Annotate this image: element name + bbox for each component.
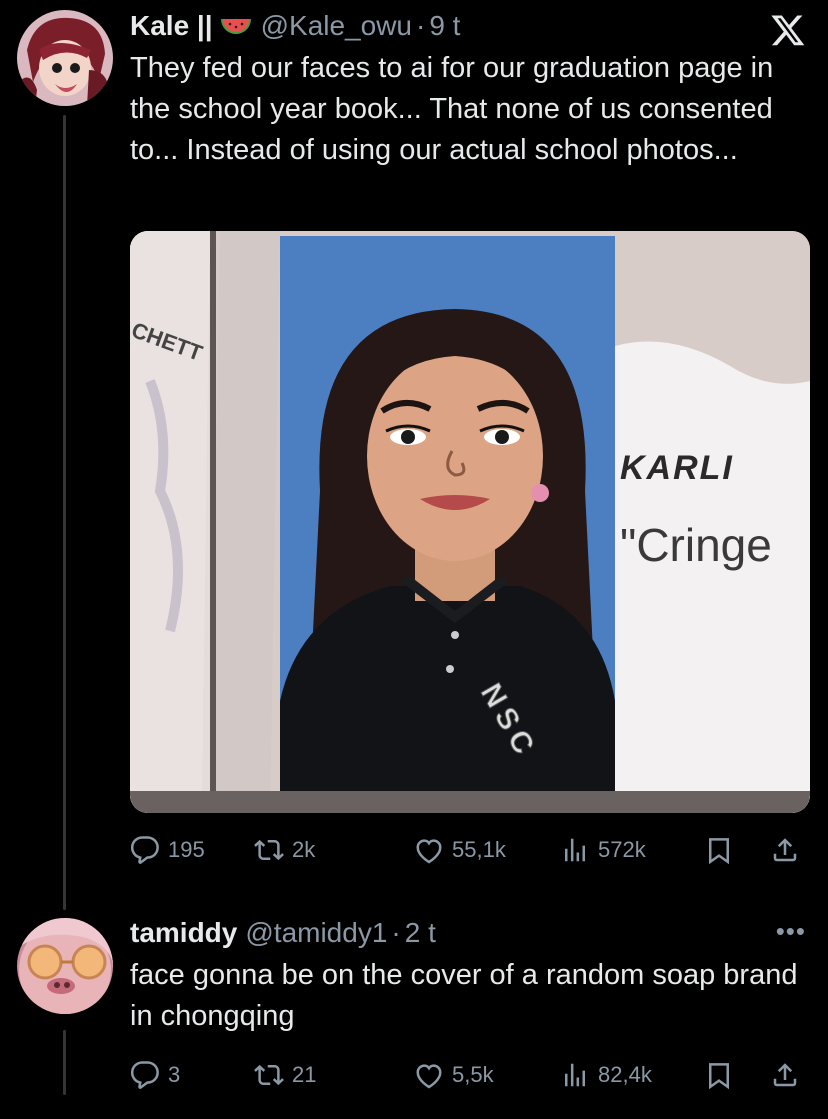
like-icon [416,839,442,864]
reply-icon [130,1061,159,1089]
views-count: 82,4k [598,1062,652,1087]
tweet-text: They fed our faces to ai for our graduat… [130,52,774,166]
thread-line [63,115,66,910]
reply-count: 3 [168,1062,181,1087]
like-button[interactable]: 55,1k [414,835,506,865]
author-handle[interactable]: @tamiddy1 [245,917,387,949]
share-icon [773,838,797,862]
reply-text: face gonna be on the cover of a random s… [130,959,798,1032]
like-count: 55,1k [452,837,506,862]
avatar[interactable] [17,918,113,1014]
like-icon [416,1064,442,1089]
tweet-image[interactable]: CHETT NSC KARLI "Cringe [130,231,810,813]
x-logo-icon [770,12,806,48]
bookmark-icon [709,838,729,865]
reply-header: tamiddy @tamiddy1 · 2 t ••• [130,915,806,951]
author-name[interactable]: Kale || [130,10,213,42]
yearbook-name: KARLI [620,449,734,487]
reply-actions: 3 21 5,5k 82,4k [130,1053,806,1097]
reply-count: 195 [168,837,205,862]
yearbook-quote: "Cringe [620,519,772,571]
views-icon [565,1063,585,1087]
bookmark-icon [709,1063,729,1090]
retweet-icon [254,839,284,861]
tweet-actions: 195 2k 55,1k 572k [130,828,806,872]
more-icon[interactable]: ••• [776,918,806,944]
views-icon [565,838,585,862]
views-button[interactable]: 82,4k [560,1060,652,1090]
reply-button[interactable]: 3 [130,1060,180,1090]
bookmark-button[interactable] [704,835,734,865]
retweet-button[interactable]: 21 [254,1060,316,1090]
reply-button[interactable]: 195 [130,835,205,865]
share-icon [773,1063,797,1087]
reply-icon [130,836,159,864]
views-count: 572k [598,837,646,862]
author-name[interactable]: tamiddy [130,917,237,949]
reply-tweet: tamiddy @tamiddy1 · 2 t ••• face gonna b… [130,915,806,1037]
share-button[interactable] [770,835,800,865]
like-count: 5,5k [452,1062,494,1087]
author-handle[interactable]: @Kale_owu [261,10,412,42]
share-button[interactable] [770,1060,800,1090]
like-button[interactable]: 5,5k [414,1060,494,1090]
avatar[interactable] [17,10,113,106]
thread-line [63,1030,66,1095]
retweet-count: 21 [292,1062,317,1087]
tweet: Kale || @Kale_owu · 9 t They fed our fac… [130,8,806,171]
watermelon-icon [219,11,253,41]
separator: · [391,917,401,948]
retweet-count: 2k [292,837,316,862]
bookmark-button[interactable] [704,1060,734,1090]
views-button[interactable]: 572k [560,835,646,865]
retweet-button[interactable]: 2k [254,835,315,865]
tweet-header: Kale || @Kale_owu · 9 t [130,8,806,46]
retweet-icon [254,1064,284,1086]
separator: · [416,10,426,41]
timestamp[interactable]: 9 t [429,10,460,42]
timestamp[interactable]: 2 t [405,917,436,949]
